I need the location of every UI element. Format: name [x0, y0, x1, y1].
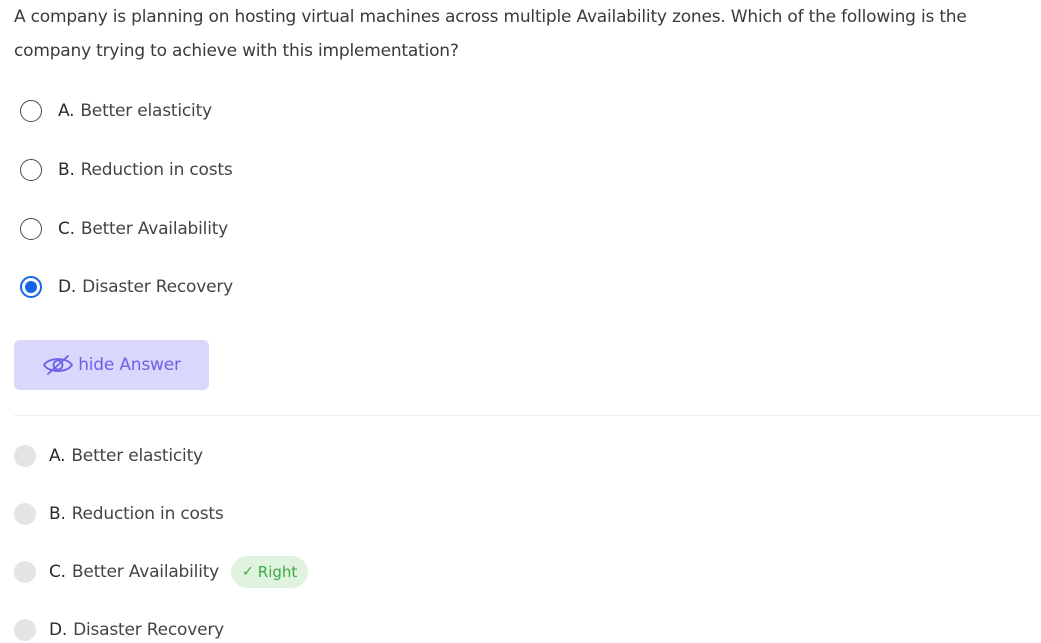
- answer-c-letter: C.: [49, 562, 66, 582]
- option-b-label: B. Reduction in costs: [58, 160, 233, 180]
- answer-b: B. Reduction in costs: [14, 501, 224, 527]
- radio-button-d[interactable]: [20, 276, 42, 298]
- section-divider: [14, 415, 1040, 416]
- hide-answer-button[interactable]: hide Answer: [14, 340, 209, 390]
- radio-selected-dot: [25, 281, 37, 293]
- option-b-letter: B.: [58, 160, 75, 180]
- answer-b-text: Reduction in costs: [71, 504, 224, 524]
- option-b[interactable]: B. Reduction in costs: [20, 157, 233, 183]
- answer-a-letter: A.: [49, 446, 66, 466]
- option-b-text: Reduction in costs: [80, 160, 233, 180]
- option-d-label: D. Disaster Recovery: [58, 277, 233, 297]
- question-text: A company is planning on hosting virtual…: [14, 7, 967, 61]
- check-icon: ✓: [242, 564, 254, 580]
- right-badge-label: Right: [257, 563, 298, 581]
- radio-button-c[interactable]: [20, 218, 42, 240]
- answer-b-marker: [14, 503, 36, 525]
- option-d-letter: D.: [58, 277, 77, 297]
- answer-c: C. Better Availability ✓ Right: [14, 556, 309, 588]
- radio-button-b[interactable]: [20, 159, 42, 181]
- option-c-letter: C.: [58, 219, 75, 239]
- answer-b-label: B. Reduction in costs: [49, 504, 224, 524]
- answer-a-marker: [14, 445, 36, 467]
- option-a[interactable]: A. Better elasticity: [20, 98, 212, 124]
- answer-c-text: Better Availability: [71, 562, 220, 582]
- answer-a-label: A. Better elasticity: [49, 446, 203, 466]
- option-d[interactable]: D. Disaster Recovery: [20, 274, 233, 300]
- option-a-text: Better elasticity: [80, 101, 212, 121]
- option-c-label: C. Better Availability: [58, 219, 228, 239]
- answer-b-letter: B.: [49, 504, 66, 524]
- eye-slash-icon: [42, 354, 74, 376]
- option-c-text: Better Availability: [80, 219, 229, 239]
- option-d-text: Disaster Recovery: [82, 277, 233, 297]
- answer-d-marker: [14, 619, 36, 641]
- option-c[interactable]: C. Better Availability: [20, 216, 228, 242]
- answer-a: A. Better elasticity: [14, 443, 203, 469]
- answer-d-text: Disaster Recovery: [73, 620, 224, 640]
- answer-d: D. Disaster Recovery: [14, 617, 224, 643]
- answer-c-label: C. Better Availability: [49, 562, 219, 582]
- answer-a-text: Better elasticity: [71, 446, 203, 466]
- hide-answer-label: hide Answer: [78, 355, 181, 375]
- answer-c-marker: [14, 561, 36, 583]
- answer-d-letter: D.: [49, 620, 68, 640]
- right-answer-badge: ✓ Right: [231, 556, 309, 588]
- option-a-label: A. Better elasticity: [58, 101, 212, 121]
- radio-button-a[interactable]: [20, 100, 42, 122]
- option-a-letter: A.: [58, 101, 75, 121]
- answer-d-label: D. Disaster Recovery: [49, 620, 224, 640]
